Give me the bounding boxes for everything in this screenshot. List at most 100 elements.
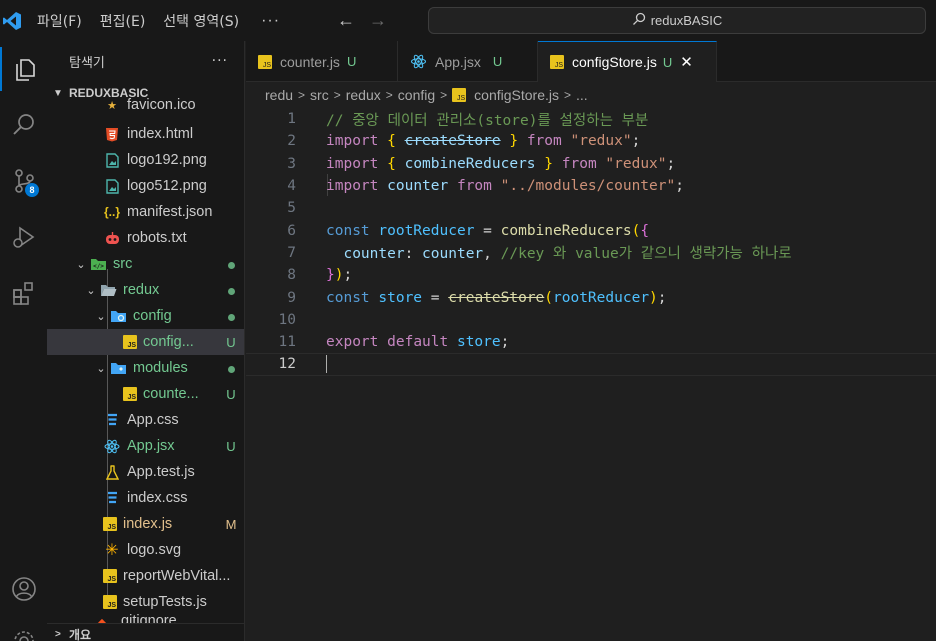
tree-item-config-folder[interactable]: ⌄ config [47,303,244,329]
tree-item-index-html[interactable]: index.html [47,121,244,147]
tab-git-status: U [662,54,673,70]
tree-item-label: App.test.js [127,464,195,480]
editor-area: JS counter.js U App.jsx U JS configStore… [246,41,936,641]
settings-gear-icon[interactable] [0,619,47,641]
tree-item-app-jsx[interactable]: App.jsx U [47,433,244,459]
explorer-title: 탐색기 [69,56,105,71]
html5-file-icon [103,125,121,143]
code-identifier: store [456,334,501,351]
tree-item-label: logo.svg [127,542,182,558]
breadcrumb-item[interactable]: redu [265,87,293,103]
json-file-icon: {..} [103,205,120,219]
account-icon[interactable] [0,567,47,611]
tab-git-status: U [492,54,503,69]
extensions-icon[interactable] [0,271,47,315]
explorer-icon[interactable] [0,47,47,91]
modified-dot-icon [227,261,235,269]
git-status-badge: M [225,516,237,532]
explorer-sidebar: 탐색기 ··· ▼ REDUXBASIC ★ favicon.ico index… [47,41,245,641]
tree-item-label: manifest.json [127,204,213,220]
folder-open-icon [99,281,117,299]
chevron-right-icon: > [333,88,341,102]
outline-label: 개요 [69,628,92,641]
code-identifier: createStore [404,133,501,150]
code-comment: //key 와 value가 같으니 생략가능 하나로 [500,246,792,263]
source-control-badge: 8 [25,183,39,197]
tree-item-label: config [133,308,172,324]
js-file-icon: JS [103,569,117,583]
breadcrumb-item[interactable]: redux [346,87,381,103]
tree-item-index-js[interactable]: JS index.js M [47,511,244,537]
text-cursor [326,355,327,374]
modified-dot-icon [227,287,235,295]
title-bar: 파일(F) 편집(E) 선택 영역(S) ··· ← → reduxBASIC [0,0,936,41]
code-editor[interactable]: 1 // 중앙 데이터 관리소(store)를 설정하는 부분 2 import… [246,108,936,376]
menu-edit[interactable]: 편집(E) [100,11,146,31]
editor-tabs: JS counter.js U App.jsx U JS configStore… [246,41,936,82]
chevron-right-icon: > [298,88,306,102]
breadcrumb-item[interactable]: configStore.js [474,87,559,103]
forward-arrow-icon[interactable]: → [362,10,394,31]
source-control-icon[interactable]: 8 [0,159,47,203]
code-keyword: const [326,289,370,306]
tree-item-modules-folder[interactable]: ⌄ modules [47,355,244,381]
code-keyword: import [326,155,379,172]
run-debug-icon[interactable] [0,215,47,259]
tree-item-app-css[interactable]: App.css [47,407,244,433]
css-file-icon [103,411,121,429]
close-tab-icon[interactable]: ✕ [680,53,693,71]
modified-dot-icon [227,313,235,321]
code-keyword: const [326,222,370,239]
menu-more-button[interactable]: ··· [261,12,280,30]
breadcrumb-item[interactable]: src [310,87,329,103]
tree-item-label: App.css [127,412,179,428]
vscode-logo-icon[interactable] [1,10,23,32]
tree-item-label: index.css [127,490,188,506]
react-file-icon [103,437,121,455]
git-status-badge: U [226,438,236,454]
breadcrumb-item[interactable]: ... [576,87,588,103]
tree-item-app-test[interactable]: App.test.js [47,459,244,485]
tree-item-setup-tests[interactable]: JS setupTests.js [47,589,244,615]
code-identifier: combineReducers [404,155,536,172]
code-identifier: rootReducer [553,289,650,306]
search-icon[interactable] [0,103,47,147]
menu-file[interactable]: 파일(F) [37,11,82,31]
code-identifier: counter [387,178,449,195]
tree-item-configstore-file[interactable]: JS config... U [47,329,244,355]
menu-selection[interactable]: 선택 영역(S) [163,11,239,31]
tree-item-logo192[interactable]: logo192.png [47,147,244,173]
tree-item-src-folder[interactable]: ⌄ </> src [47,251,244,277]
tree-item-label: modules [133,360,188,376]
tree-item-label: redux [123,282,160,298]
back-arrow-icon[interactable]: ← [330,10,362,31]
git-status-badge: U [226,386,236,402]
tree-item-logo512[interactable]: logo512.png [47,173,244,199]
code-line: 5 [246,197,936,219]
js-file-icon: JS [123,335,137,349]
tree-item-logo-svg[interactable]: ✳ logo.svg [47,537,244,563]
line-number: 9 [287,289,296,306]
tab-app-jsx[interactable]: App.jsx U [398,41,538,82]
code-identifier: counter [422,246,484,263]
activity-bar: 8 [0,41,47,641]
tree-item-counter-file[interactable]: JS counte... U [47,381,244,407]
explorer-more-button[interactable]: ··· [212,53,228,69]
tree-item-robots[interactable]: robots.txt [47,225,244,251]
tree-item-redux-folder[interactable]: ⌄ redux [47,277,244,303]
tree-item-label: setupTests.js [123,594,207,610]
tree-item-manifest[interactable]: {..} manifest.json [47,199,244,225]
tree-item-label: src [113,256,133,272]
tab-counter-js[interactable]: JS counter.js U [246,41,398,82]
line-number: 12 [278,356,296,373]
tree-item-index-css[interactable]: index.css [47,485,244,511]
breadcrumb-item[interactable]: config [398,87,435,103]
tab-configstore-js[interactable]: JS configStore.js U ✕ [538,41,717,82]
tab-label: counter.js [280,53,340,70]
tree-item-favicon[interactable]: ★ favicon.ico [47,97,244,113]
tree-item-report-web-vitals[interactable]: JS reportWebVital... [47,563,244,589]
js-file-icon: JS [550,55,564,69]
outline-section-header[interactable]: > 개요 [47,623,244,641]
command-center-search[interactable]: reduxBASIC [428,7,926,34]
chevron-down-icon: ⌄ [96,362,106,375]
